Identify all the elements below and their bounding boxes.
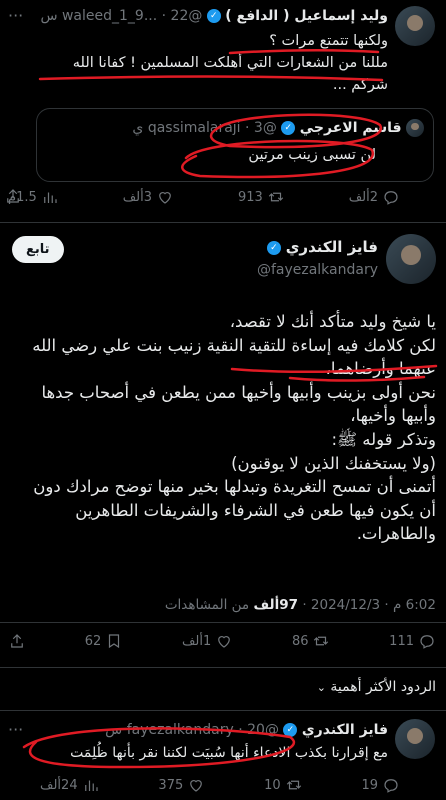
avatar[interactable]: [395, 6, 435, 46]
retweet-button[interactable]: 86: [292, 632, 331, 650]
author-name[interactable]: فايز الكندري: [302, 722, 388, 738]
reply-icon: [384, 779, 398, 793]
tweet-line: عنهما وأرضاهما،: [325, 359, 436, 379]
tweet-line: نحن أولى بزينب وأبيها وأخيها ممن يطعن في…: [41, 382, 436, 402]
views-count: 97ألف: [253, 597, 299, 613]
tweet-body: ولكنها تتمتع مرات ؟ مللنا من الشعارات ال…: [8, 30, 388, 96]
verified-badge-icon: ✓: [283, 723, 298, 737]
reply-icon: [384, 191, 398, 205]
verified-badge-icon: ✓: [266, 240, 281, 255]
reply-icon: [420, 635, 434, 649]
tweet-header: فايز الكندري ✓ @fayezalkandary · 20 س: [105, 722, 388, 738]
like-button[interactable]: 3ألف: [123, 188, 174, 206]
chevron-down-icon: ⌄: [316, 681, 326, 694]
tweet-text: مع إقرارنا بكذب الادعاء أنها سُبيَت لكنن…: [70, 745, 388, 761]
bookmark-button[interactable]: [4, 187, 22, 209]
avatar[interactable]: [395, 719, 435, 759]
heart-icon: [190, 780, 203, 792]
tweet-actions: 2ألف 913 3ألف 1.5م: [8, 188, 400, 206]
retweet-icon: [286, 780, 301, 790]
tweet-line: وأبيها وأخيها،: [350, 406, 436, 426]
tweet-line: والطاهرات.: [356, 524, 436, 544]
reply-button[interactable]: 19: [361, 776, 400, 794]
divider: [0, 667, 446, 668]
like-button[interactable]: 375: [158, 776, 205, 794]
tweet-actions: 111 86 1ألف 62: [8, 632, 436, 650]
heart-icon: [159, 192, 171, 204]
tweet-line: ولكنها تتمتع مرات ؟: [269, 33, 388, 49]
verified-badge-icon: ✓: [206, 9, 221, 23]
tweet-line: لكن كلامك فيه إساءة للتقية النقية زنيب ب…: [32, 335, 436, 355]
tweet-header: وليد إسماعيل ( الدافع ) ✓ @waleed_1_9...…: [40, 8, 388, 24]
divider: [0, 222, 446, 223]
divider: [0, 710, 446, 711]
heart-icon: [218, 636, 231, 648]
author-handle[interactable]: @fayezalkandary: [257, 262, 378, 278]
share-button[interactable]: [8, 632, 26, 650]
bookmark-button[interactable]: 62: [85, 632, 124, 650]
tweet-line: (ولا يستخفنك الذين لا يوقنون): [231, 453, 436, 473]
tweet-line: وتذكر قوله ﷺ:: [331, 429, 436, 449]
author-name[interactable]: فايز الكندري: [286, 238, 378, 256]
tweet-line: يا شيخ وليد متأكد أنك لا تقصد،: [229, 312, 436, 331]
views-chart-icon: [84, 780, 98, 791]
quoted-avatar: [406, 119, 424, 137]
more-icon[interactable]: ···: [8, 720, 23, 739]
replies-sort-label: الردود الأكثر أهمية: [330, 679, 436, 695]
quoted-tweet-header: قاسم الاعرجي ✓ @qassimalaraji · 3 ي: [44, 119, 424, 137]
reply-button[interactable]: 2ألف: [349, 188, 400, 206]
retweet-button[interactable]: 913: [238, 188, 285, 206]
retweet-icon: [268, 192, 283, 202]
tweet-body: يا شيخ وليد متأكد أنك لا تقصد، لكن كلامك…: [6, 310, 436, 546]
divider: [0, 622, 446, 623]
verified-badge-icon: ✓: [281, 121, 296, 135]
share-icon: [11, 634, 23, 648]
tweet-line: مللنا من الشعارات التي أهلكت المسلمين ! …: [72, 55, 388, 71]
retweet-button[interactable]: 10: [264, 776, 303, 794]
tweet-line: أتمنى أن تمسح التغريدة وتبدلها بخير منها…: [33, 477, 436, 497]
tweet-timestamp[interactable]: 6:02 م · 2024/12/3: [311, 597, 436, 613]
tweet-actions: 19 10 375 24ألف: [40, 776, 400, 794]
views-button[interactable]: 24ألف: [40, 776, 100, 794]
quoted-tweet-text: لن تسبى زينب مرتين: [248, 147, 376, 163]
views-chart-icon: [43, 192, 57, 203]
share-icon: [7, 189, 19, 203]
views-label: من المشاهدات: [164, 597, 250, 613]
replies-sort-dropdown[interactable]: الردود الأكثر أهمية ⌄: [317, 679, 436, 695]
tweet-line: أن يكون فيها طعن في الشرفاء والشريفات ال…: [75, 500, 436, 520]
bookmark-icon: [109, 634, 120, 649]
avatar[interactable]: [386, 234, 436, 284]
like-button[interactable]: 1ألف: [182, 632, 233, 650]
tweet-meta: 6:02 م · 2024/12/3 · 97ألف من المشاهدات: [164, 597, 436, 613]
quoted-author-name: قاسم الاعرجي: [299, 120, 402, 136]
tweet-line: شركم ...: [332, 77, 388, 93]
retweet-icon: [314, 636, 329, 646]
author-name-row: فايز الكندري ✓: [266, 238, 378, 256]
reply-button[interactable]: 111: [389, 632, 436, 650]
follow-button[interactable]: تابع: [12, 236, 64, 263]
more-icon[interactable]: ···: [8, 6, 23, 25]
author-name[interactable]: وليد إسماعيل ( الدافع ): [225, 8, 388, 24]
